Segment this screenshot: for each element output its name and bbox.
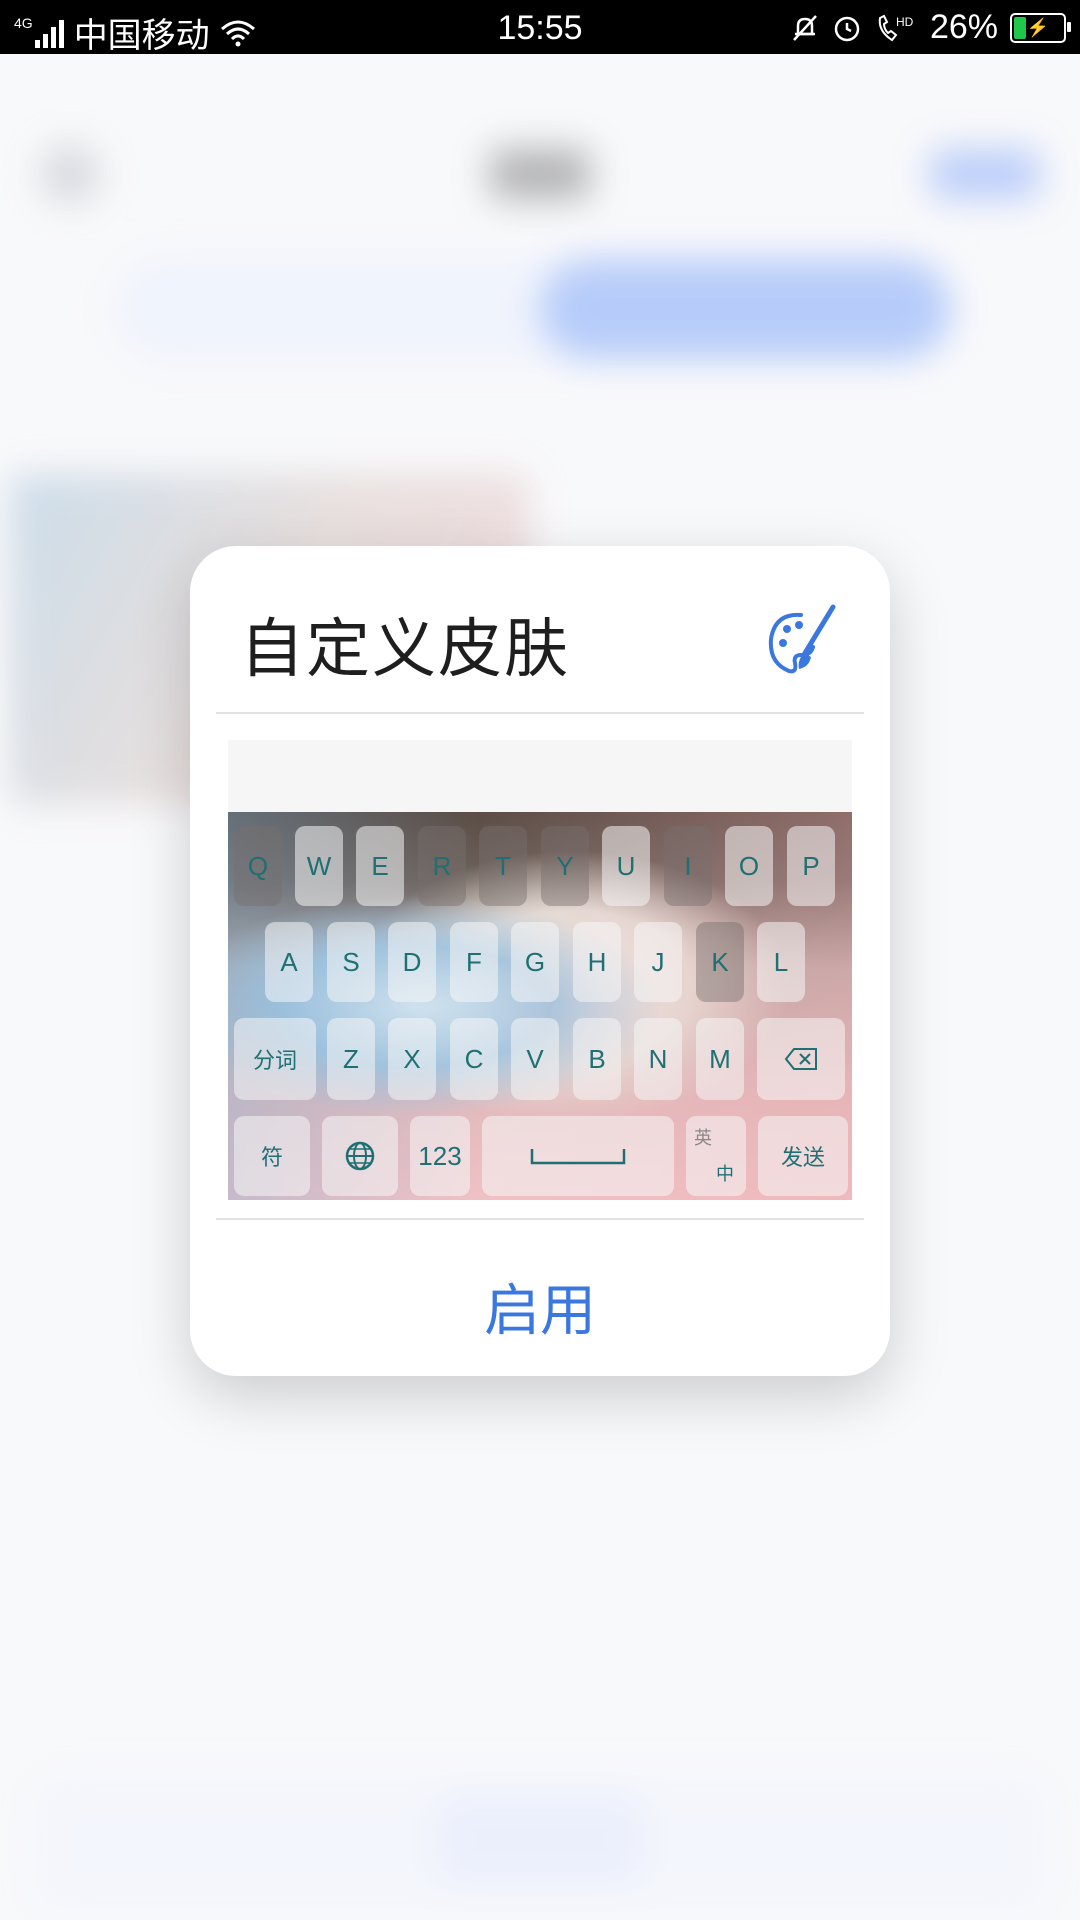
backspace-icon [757, 1018, 845, 1100]
key-j: J [634, 922, 682, 1002]
key-segment: 分词 [234, 1018, 316, 1100]
key-lang-switch: 英 中 [686, 1116, 746, 1196]
dialog-title: 自定义皮肤 [240, 613, 570, 687]
lang-zh-label: 中 [716, 1164, 734, 1184]
key-r: R [418, 826, 466, 906]
key-o: O [725, 826, 773, 906]
alarm-icon [834, 16, 860, 41]
key-d: D [388, 922, 436, 1002]
key-q: Q [234, 826, 282, 906]
key-a: A [265, 922, 313, 1002]
lang-en-label: 英 [694, 1128, 712, 1148]
key-c: C [450, 1018, 498, 1100]
key-l: L [757, 922, 805, 1002]
key-b: B [573, 1018, 621, 1100]
key-t: T [479, 826, 527, 906]
key-i: I [664, 826, 712, 906]
key-y: Y [541, 826, 589, 906]
key-m: M [696, 1018, 744, 1100]
palette-brush-icon[interactable] [765, 603, 837, 683]
keyboard-skin-preview: Q W E R T Y U I O P A S D F G H J K L 分词… [228, 740, 852, 1200]
key-w: W [295, 826, 343, 906]
battery-percent: 26% [929, 8, 998, 46]
title-divider [216, 712, 864, 714]
status-bar: 4G 中国移动 15:55 HD 26% ⚡ [0, 0, 1080, 55]
key-h: H [573, 922, 621, 1002]
battery-charging-icon: ⚡ [1010, 12, 1071, 43]
key-s: S [327, 922, 375, 1002]
key-p: P [787, 826, 835, 906]
globe-icon [322, 1116, 398, 1196]
key-v: V [511, 1018, 559, 1100]
mute-bell-icon [793, 14, 817, 41]
candidate-bar [228, 740, 852, 812]
key-k: K [696, 922, 744, 1002]
custom-skin-dialog: 自定义皮肤 Q W E R T Y U I O P A S D F G H J … [190, 546, 890, 1376]
key-e: E [356, 826, 404, 906]
key-g: G [511, 922, 559, 1002]
key-x: X [388, 1018, 436, 1100]
key-numbers: 123 [410, 1116, 470, 1196]
keyboard-background: Q W E R T Y U I O P A S D F G H J K L 分词… [228, 812, 852, 1200]
bottom-divider [216, 1218, 864, 1220]
key-n: N [634, 1018, 682, 1100]
key-send: 发送 [758, 1116, 848, 1196]
enable-button[interactable]: 启用 [190, 1266, 890, 1346]
key-f: F [450, 922, 498, 1002]
key-symbols: 符 [234, 1116, 310, 1196]
svg-text:HD: HD [896, 15, 914, 29]
hd-call-icon: HD [878, 14, 914, 41]
key-u: U [602, 826, 650, 906]
key-space [482, 1116, 674, 1196]
key-z: Z [327, 1018, 375, 1100]
